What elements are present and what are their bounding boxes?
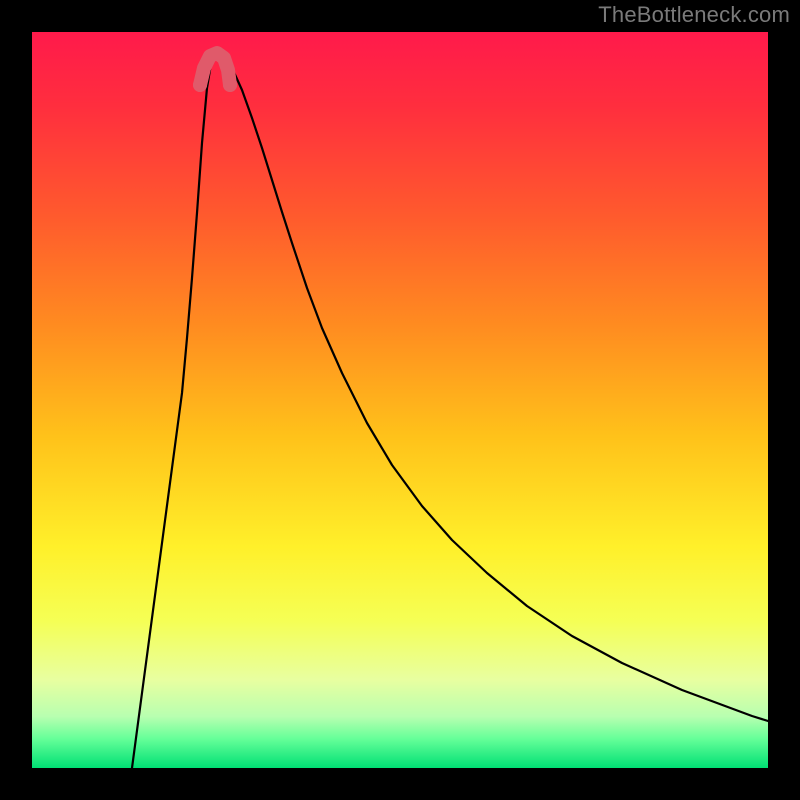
gradient-background [32, 32, 768, 768]
plot-area [32, 32, 768, 768]
watermark-text: TheBottleneck.com [598, 2, 790, 28]
trough-dot [193, 78, 207, 92]
trough-dot [223, 78, 237, 92]
chart-svg [32, 32, 768, 768]
chart-frame: TheBottleneck.com [0, 0, 800, 800]
